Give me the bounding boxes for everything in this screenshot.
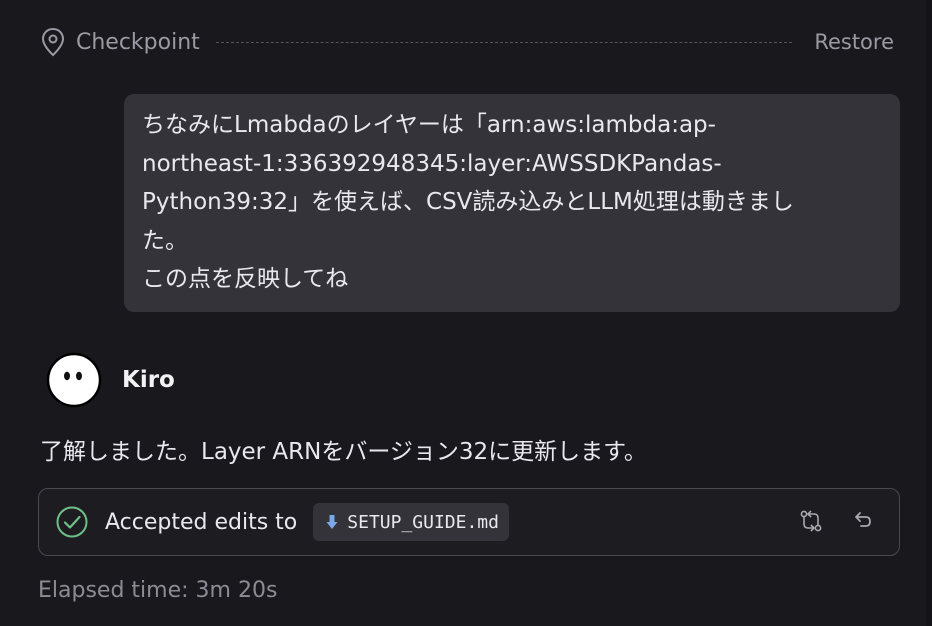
elapsed-time: Elapsed time: 3m 20s [38,578,278,603]
restore-button[interactable]: Restore [814,30,894,54]
check-circle-icon [55,505,89,539]
compare-icon[interactable] [797,507,825,535]
user-message-line: た。 [142,227,188,254]
file-chip[interactable]: SETUP_GUIDE.md [313,503,509,541]
user-message-bubble: ちなみにLmabdaのレイヤーは「arn:aws:lambda:ap- nort… [124,94,900,312]
window-edge [926,0,932,626]
agent-header: Kiro [46,352,175,408]
map-pin-icon [38,27,68,57]
checkpoint-divider [215,41,793,43]
user-message-line: この点を反映してね [142,266,349,292]
checkpoint-row: Checkpoint Restore [38,22,894,62]
agent-name: Kiro [122,367,175,393]
user-message-line: Python39:32」を使えば、CSV読み込みとLLM処理は動きまし [142,189,794,215]
user-message-line: ちなみにLmabdaのレイヤーは「arn:aws:lambda:ap- [142,112,716,138]
file-name: SETUP_GUIDE.md [347,511,499,533]
accepted-edits-label: Accepted edits to [105,509,298,535]
user-message-line: northeast-1:336392948345:layer:AWSSDKPan… [142,150,722,177]
undo-icon[interactable] [847,507,875,535]
card-actions [797,507,875,535]
accepted-edits-card: Accepted edits to SETUP_GUIDE.md [38,488,900,556]
ghost-avatar-icon [46,352,102,408]
checkpoint-label: Checkpoint [76,29,200,55]
agent-message: 了解しました。Layer ARNをバージョン32に更新します。 [40,439,647,465]
markdown-file-icon [325,514,339,530]
